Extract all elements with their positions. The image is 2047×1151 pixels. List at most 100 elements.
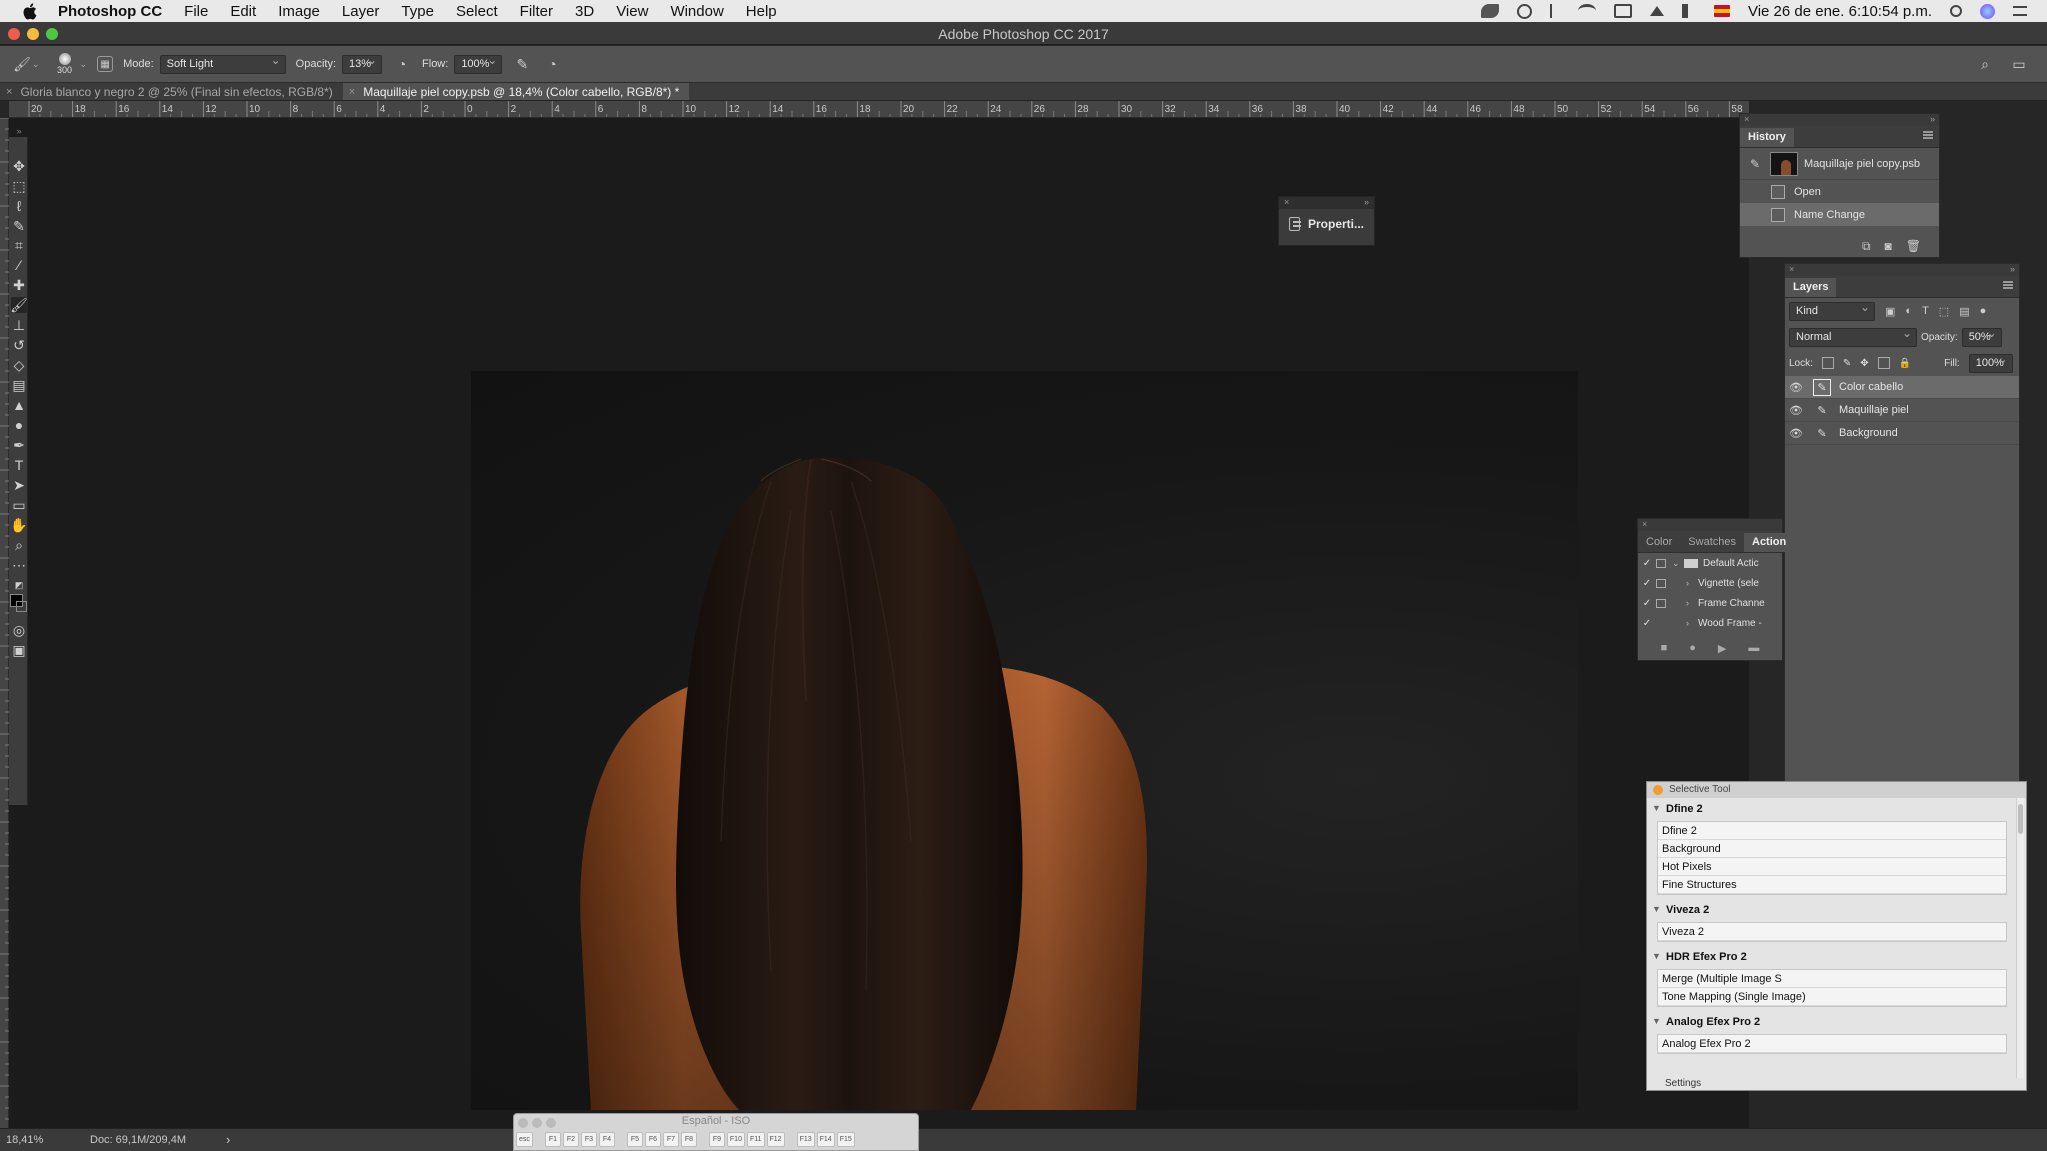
- blend-mode-select[interactable]: Normal: [1789, 325, 1917, 347]
- layer-kind-filter[interactable]: Kind: [1789, 299, 1875, 321]
- shape-filter-icon[interactable]: ⬚: [1939, 305, 1949, 318]
- smart-object-filter-icon[interactable]: ▤: [1959, 305, 1969, 318]
- menu-filter[interactable]: Filter: [520, 3, 553, 20]
- layer-row[interactable]: 👁 ✎ Background: [1785, 422, 2019, 445]
- toolbox-collapse-icon[interactable]: »: [11, 123, 27, 139]
- fill-field[interactable]: 100%: [1968, 351, 2013, 373]
- history-step[interactable]: Name Change: [1740, 203, 1939, 226]
- apple-menu-icon[interactable]: [18, 0, 40, 22]
- settings-link[interactable]: Settings: [1647, 1078, 2026, 1090]
- menu-window[interactable]: Window: [670, 3, 723, 20]
- key[interactable]: F3: [580, 1132, 597, 1147]
- stop-icon[interactable]: ■: [1661, 642, 1668, 654]
- close-panel-icon[interactable]: ×: [1284, 197, 1289, 207]
- close-panel-icon[interactable]: ×: [1642, 519, 1647, 529]
- brush-size-chevron-icon[interactable]: ⌄: [80, 59, 88, 70]
- checkmark-icon[interactable]: ✓: [1638, 598, 1656, 609]
- menubar-clock[interactable]: Vie 26 de ene. 6:10:54 p.m.: [1748, 3, 1932, 20]
- lock-artboard-icon[interactable]: [1877, 357, 1890, 369]
- checkmark-icon[interactable]: ✓: [1638, 618, 1656, 629]
- close-panel-icon[interactable]: ×: [1744, 114, 1749, 124]
- camera-snapshot-icon[interactable]: ◙: [1885, 239, 1892, 253]
- chevron-right-icon[interactable]: ›: [1686, 618, 1698, 628]
- menu-view[interactable]: View: [616, 3, 648, 20]
- document-canvas[interactable]: [471, 371, 1578, 1110]
- menu-layer[interactable]: Layer: [342, 3, 380, 20]
- type-tool-icon[interactable]: T: [11, 457, 27, 473]
- more-tools-icon[interactable]: ⋯: [11, 557, 27, 573]
- input-source-flag-icon[interactable]: [1713, 5, 1730, 17]
- zoom-tool-icon[interactable]: ⌕: [11, 537, 27, 553]
- checkmark-icon[interactable]: ✓: [1638, 578, 1656, 589]
- key[interactable]: F1: [544, 1132, 561, 1147]
- section-hdr-efex[interactable]: HDR Efex Pro 2: [1647, 946, 2026, 969]
- background-button[interactable]: Background: [1658, 840, 2006, 858]
- selective-scrollbar[interactable]: [2016, 798, 2024, 1078]
- spotlight-search-icon[interactable]: [1950, 5, 1962, 17]
- wifi-icon[interactable]: [1577, 4, 1596, 18]
- key[interactable]: F13: [796, 1132, 815, 1147]
- lock-transparent-icon[interactable]: [1821, 357, 1834, 369]
- collapse-panel-icon[interactable]: »: [1364, 197, 1369, 207]
- chevron-down-icon[interactable]: ⌄: [1672, 558, 1684, 569]
- dialog-toggle-icon[interactable]: [1656, 598, 1666, 608]
- crop-tool-icon[interactable]: ⌗: [11, 237, 27, 253]
- panel-menu-icon[interactable]: [1923, 131, 1933, 139]
- pressure-opacity-icon[interactable]: ◔: [392, 54, 412, 74]
- history-brush-tool-icon[interactable]: ↺: [11, 337, 27, 353]
- brush-size-picker[interactable]: 300: [50, 49, 80, 79]
- blur-tool-icon[interactable]: ▲: [11, 397, 27, 413]
- siri-icon[interactable]: [1980, 3, 1995, 19]
- key[interactable]: F15: [836, 1132, 855, 1147]
- airbrush-icon[interactable]: ✎: [512, 54, 532, 74]
- layer-opacity-field[interactable]: 50%: [1961, 325, 2002, 347]
- pixel-filter-icon[interactable]: ▣: [1885, 305, 1895, 318]
- action-row[interactable]: ✓ › Vignette (sele: [1638, 573, 1782, 593]
- quick-selection-tool-icon[interactable]: ✎: [11, 218, 27, 234]
- horizontal-ruler[interactable]: 20 18 16 14 12 10 8 6 4 2 0 2 4 6 8 10 12 14 16 18 20 22 24 26 2…: [9, 101, 1749, 118]
- tab-actions[interactable]: Action: [1744, 533, 1795, 552]
- brush-panel-toggle-icon[interactable]: ▦: [97, 56, 114, 72]
- brush-tool-preset-icon[interactable]: 🖌: [12, 54, 32, 74]
- canvas-workspace[interactable]: [9, 118, 1749, 1128]
- screen-mode-icon[interactable]: ▣: [11, 642, 27, 658]
- history-source-brush-icon[interactable]: ✎: [1750, 157, 1764, 171]
- move-tool-icon[interactable]: ✥: [11, 158, 27, 174]
- tab-maquillaje[interactable]: × Maquillaje piel copy.psb @ 18,4% (Colo…: [342, 83, 690, 100]
- collapse-panel-icon[interactable]: »: [2010, 264, 2015, 274]
- feather-icon[interactable]: [1480, 4, 1499, 18]
- history-step[interactable]: Open: [1740, 180, 1939, 203]
- brush-tool-icon[interactable]: 🖌: [10, 297, 28, 313]
- new-set-folder-icon[interactable]: ▬: [1748, 642, 1759, 654]
- dialog-toggle-icon[interactable]: [1656, 558, 1666, 568]
- properties-button[interactable]: Properti...: [1279, 209, 1374, 239]
- lasso-tool-icon[interactable]: ℓ: [11, 198, 27, 214]
- menu-image[interactable]: Image: [278, 3, 320, 20]
- key[interactable]: F6: [644, 1132, 661, 1147]
- lock-position-icon[interactable]: ✥: [1860, 358, 1868, 369]
- key[interactable]: F11: [746, 1132, 765, 1147]
- tab-color[interactable]: Color: [1638, 533, 1680, 552]
- key[interactable]: F2: [562, 1132, 579, 1147]
- lock-pixels-icon[interactable]: ✎: [1843, 358, 1851, 369]
- action-row[interactable]: ✓ › Wood Frame -: [1638, 613, 1782, 633]
- menu-3d[interactable]: 3D: [575, 3, 594, 20]
- volume-icon[interactable]: [1681, 4, 1696, 18]
- rectangle-tool-icon[interactable]: ▭: [11, 497, 27, 513]
- clone-stamp-tool-icon[interactable]: ⊥: [11, 317, 27, 333]
- visibility-eye-icon[interactable]: 👁: [1785, 381, 1807, 394]
- menu-edit[interactable]: Edit: [230, 3, 256, 20]
- trash-icon[interactable]: 🗑: [1906, 239, 1921, 253]
- section-analog-efex[interactable]: Analog Efex Pro 2: [1647, 1011, 2026, 1034]
- key[interactable]: F14: [816, 1132, 835, 1147]
- dialog-toggle-icon[interactable]: [1656, 578, 1666, 588]
- bluetooth-icon[interactable]: [1549, 4, 1560, 18]
- eject-icon[interactable]: [1649, 6, 1664, 16]
- fine-structures-button[interactable]: Fine Structures: [1658, 876, 2006, 894]
- menu-app-name[interactable]: Photoshop CC: [58, 3, 162, 20]
- key[interactable]: F9: [708, 1132, 725, 1147]
- close-panel-icon[interactable]: ×: [1789, 264, 1794, 274]
- section-dfine[interactable]: Dfine 2: [1647, 798, 2026, 821]
- tab-gloria[interactable]: × Gloria blanco y negro 2 @ 25% (Final s…: [0, 83, 343, 100]
- time-machine-icon[interactable]: [1516, 3, 1532, 19]
